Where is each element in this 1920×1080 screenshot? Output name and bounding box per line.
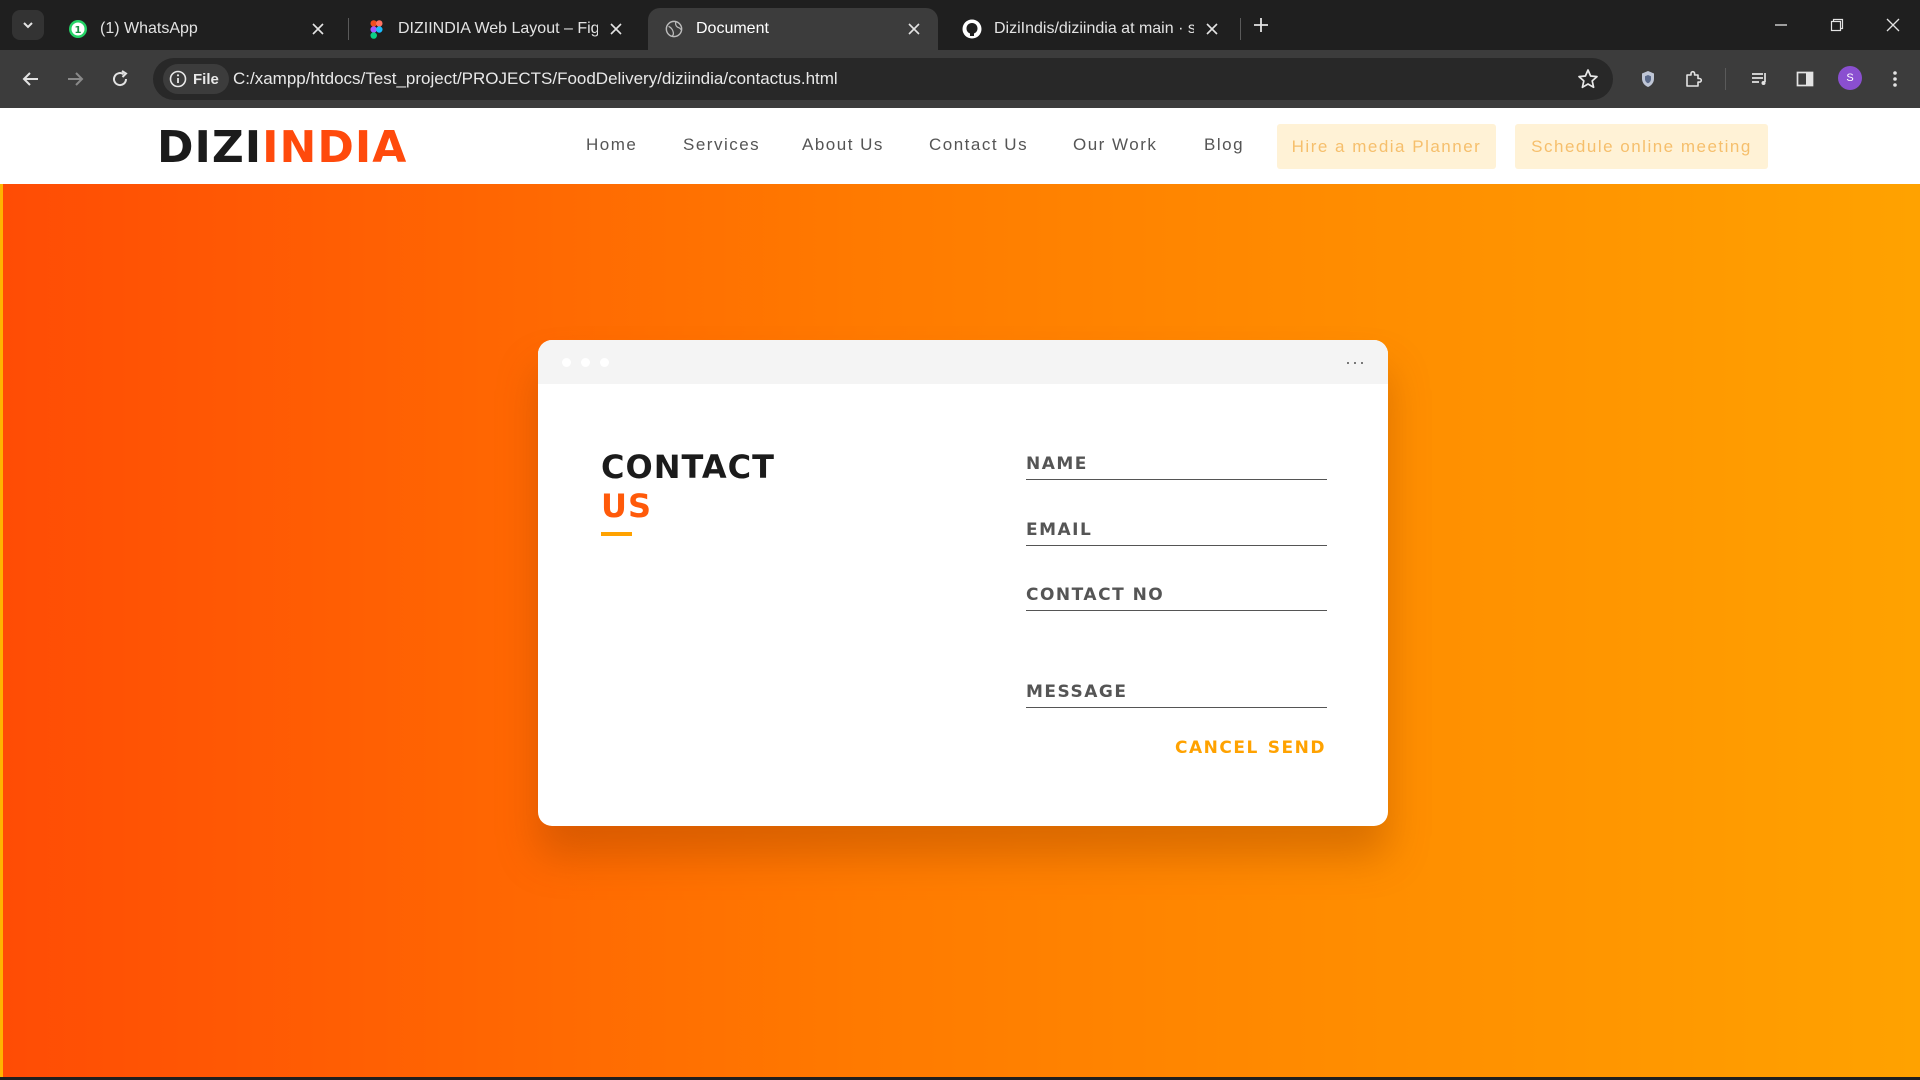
close-tab-icon[interactable] [308, 19, 328, 39]
minimize-icon [1775, 24, 1787, 26]
tab-document[interactable]: Document [648, 8, 938, 50]
minimize-button[interactable] [1768, 12, 1794, 38]
logo-part-india: INDIA [262, 122, 408, 173]
site-logo[interactable]: DIZIINDIA [157, 122, 407, 173]
forward-button[interactable] [60, 64, 90, 94]
contact-no-input[interactable] [1026, 580, 1327, 610]
whatsapp-icon: 1 [68, 19, 88, 39]
more-vert-icon [1893, 71, 1897, 87]
card-title-bar: ··· [538, 340, 1388, 384]
reload-button[interactable] [105, 64, 135, 94]
name-input[interactable] [1026, 449, 1327, 479]
bookmark-star-icon[interactable] [1577, 68, 1599, 90]
email-input[interactable] [1026, 515, 1327, 545]
reload-icon [113, 70, 128, 87]
media-controls-button[interactable] [1745, 64, 1775, 94]
tab-search-button[interactable] [12, 10, 44, 40]
window-dot [581, 358, 590, 367]
message-input[interactable] [1026, 677, 1327, 707]
plus-icon [1254, 18, 1268, 32]
tab-title: (1) WhatsApp [100, 20, 198, 37]
close-window-button[interactable] [1880, 12, 1906, 38]
new-tab-button[interactable] [1248, 12, 1274, 38]
arrow-left-icon [22, 72, 38, 86]
email-field [1026, 515, 1327, 546]
web-page: DIZIINDIA Home Services About Us Contact… [0, 108, 1920, 1077]
hire-media-planner-button[interactable]: Hire a media Planner [1277, 124, 1496, 169]
url-text[interactable]: C:/xampp/htdocs/Test_project/PROJECTS/Fo… [233, 69, 838, 89]
tab-title: Document [696, 20, 769, 37]
nav-services[interactable]: Services [683, 135, 760, 155]
puzzle-icon [1686, 70, 1703, 87]
heading-line-contact: CONTACT [601, 448, 775, 486]
site-header: DIZIINDIA Home Services About Us Contact… [0, 108, 1920, 184]
contact-hero: ··· CONTACT US CANCEL SEND [0, 184, 1920, 1077]
contact-card: ··· CONTACT US CANCEL SEND [538, 340, 1388, 826]
arrow-right-icon [68, 72, 84, 86]
cancel-button[interactable]: CANCEL [1175, 738, 1259, 758]
send-button[interactable]: SEND [1268, 738, 1326, 758]
shield-icon [1642, 71, 1654, 87]
toolbar-divider [1725, 68, 1726, 90]
address-bar[interactable]: File C:/xampp/htdocs/Test_project/PROJEC… [153, 58, 1613, 100]
logo-part-dizi: DIZI [157, 122, 263, 173]
tab-divider [348, 18, 349, 40]
window-dot [562, 358, 571, 367]
name-field [1026, 449, 1327, 480]
restore-button[interactable] [1824, 12, 1850, 38]
info-icon [169, 70, 187, 88]
tab-github[interactable]: DiziIndis/diziindia at main · sha [946, 8, 1236, 50]
schedule-meeting-button[interactable]: Schedule online meeting [1515, 124, 1768, 169]
tab-divider [1240, 18, 1241, 40]
browser-tab-bar: 1 (1) WhatsApp DIZIINDIA Web Layout – Fi… [0, 0, 1920, 50]
close-icon [1886, 18, 1900, 32]
figma-icon [366, 19, 386, 39]
chevron-down-icon [23, 22, 33, 29]
scheme-label: File [193, 70, 219, 88]
svg-text:1: 1 [75, 25, 82, 36]
close-tab-icon[interactable] [606, 19, 626, 39]
back-button[interactable] [16, 64, 46, 94]
tab-title: DiziIndis/diziindia at main · sha [994, 20, 1194, 37]
globe-icon [664, 19, 684, 39]
heading-underline [601, 532, 632, 536]
site-info-chip[interactable]: File [163, 64, 229, 94]
browser-toolbar: File C:/xampp/htdocs/Test_project/PROJEC… [0, 50, 1920, 108]
close-tab-icon[interactable] [904, 19, 924, 39]
heading-line-us: US [601, 487, 653, 525]
profile-avatar[interactable]: S [1838, 66, 1862, 90]
window-dot [600, 358, 609, 367]
tab-figma[interactable]: DIZIINDIA Web Layout – Figma [350, 8, 640, 50]
contact-no-field [1026, 580, 1327, 611]
side-panel-icon [1796, 71, 1814, 87]
message-field [1026, 677, 1327, 708]
close-tab-icon[interactable] [1202, 19, 1222, 39]
nav-about-us[interactable]: About Us [802, 135, 884, 155]
shield-extension-button[interactable] [1633, 64, 1663, 94]
browser-menu-button[interactable] [1880, 64, 1910, 94]
nav-our-work[interactable]: Our Work [1073, 135, 1157, 155]
nav-home[interactable]: Home [586, 135, 637, 155]
tab-whatsapp[interactable]: 1 (1) WhatsApp [52, 8, 342, 50]
hero-left-edge [0, 184, 3, 1077]
playlist-icon [1752, 73, 1766, 85]
more-options-icon[interactable]: ··· [1345, 352, 1366, 373]
tab-title: DIZIINDIA Web Layout – Figma [398, 20, 598, 37]
github-icon [962, 19, 982, 39]
nav-blog[interactable]: Blog [1204, 135, 1244, 155]
restore-icon [1830, 18, 1844, 32]
side-panel-button[interactable] [1790, 64, 1820, 94]
contact-heading: CONTACT US [601, 448, 775, 526]
nav-contact-us[interactable]: Contact Us [929, 135, 1028, 155]
form-actions: CANCEL SEND [1175, 738, 1326, 758]
extensions-button[interactable] [1679, 64, 1709, 94]
